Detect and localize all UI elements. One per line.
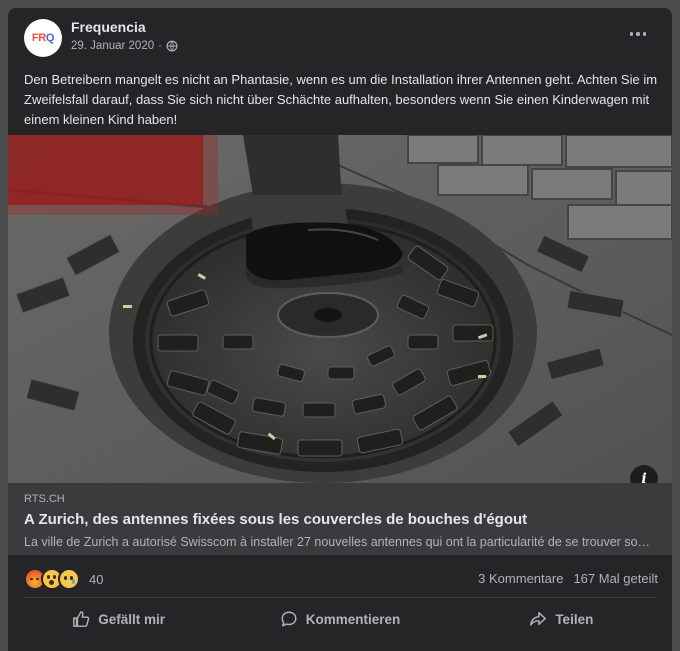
- post-date[interactable]: 29. Januar 2020: [71, 40, 154, 52]
- page-avatar[interactable]: FR Q: [24, 19, 62, 57]
- sad-icon: [58, 568, 80, 590]
- more-dot-icon: [642, 32, 647, 36]
- meta-separator: ·: [158, 40, 162, 52]
- like-button[interactable]: Gefällt mir: [8, 598, 229, 640]
- comment-button[interactable]: Kommentieren: [229, 598, 450, 640]
- share-icon: [530, 611, 547, 626]
- link-domain: RTS.CH: [24, 493, 65, 505]
- manhole-photo: [8, 135, 672, 483]
- post-meta: 29. Januar 2020 ·: [71, 40, 178, 52]
- post-image[interactable]: [8, 135, 672, 483]
- link-title[interactable]: A Zurich, des antennes fixées sous les c…: [24, 511, 527, 528]
- reaction-count: 40: [89, 571, 104, 587]
- post-body-text: Den Betreibern mangelt es nicht an Phant…: [24, 72, 658, 127]
- avatar-logo-text-b: Q: [45, 32, 55, 44]
- link-description: La ville de Zurich a autorisé Swisscom à…: [24, 535, 654, 549]
- more-dot-icon: [636, 32, 640, 36]
- share-label: Teilen: [555, 611, 594, 627]
- link-preview[interactable]: RTS.CH A Zurich, des antennes fixées sou…: [8, 483, 672, 555]
- comment-label: Kommentieren: [305, 611, 401, 627]
- engagement-stats: 3 Kommentare 167 Mal geteilt: [478, 571, 658, 586]
- comment-icon: [281, 611, 297, 627]
- avatar-logo-text-a: FR: [31, 32, 46, 44]
- more-dot-icon: [629, 32, 634, 36]
- post-card: FR Q Frequencia 29. Januar 2020 · Den Bet…: [8, 8, 672, 651]
- more-options-button[interactable]: [622, 22, 654, 46]
- share-button[interactable]: Teilen: [451, 598, 672, 640]
- like-label: Gefällt mir: [98, 611, 166, 627]
- thumbs-up-icon: [73, 611, 90, 627]
- shares-count[interactable]: 167 Mal geteilt: [573, 571, 658, 586]
- comments-count[interactable]: 3 Kommentare: [478, 571, 563, 586]
- page-name[interactable]: Frequencia: [71, 19, 146, 35]
- globe-icon[interactable]: [166, 40, 178, 52]
- action-bar: Gefällt mir Kommentieren Teilen: [8, 598, 672, 640]
- post-header: FR Q Frequencia 29. Januar 2020 ·: [8, 8, 672, 68]
- reactions-summary[interactable]: 40: [24, 568, 103, 590]
